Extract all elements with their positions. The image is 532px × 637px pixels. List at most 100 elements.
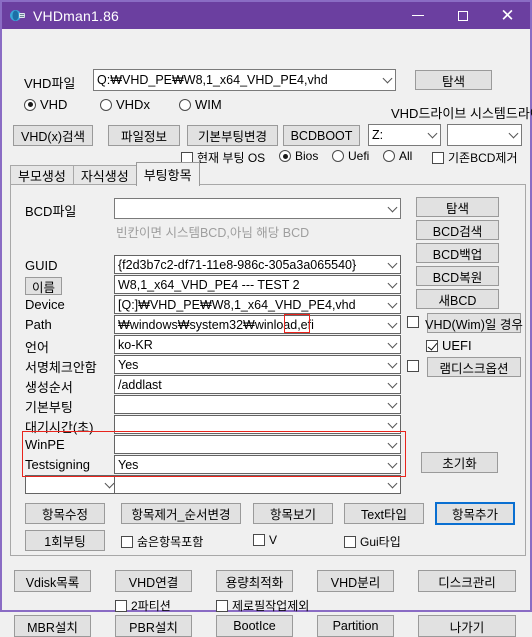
exit-button[interactable]: 나가기 bbox=[418, 615, 516, 637]
boot-once-button[interactable]: 1회부팅 bbox=[25, 530, 105, 551]
chevron-down-icon bbox=[387, 478, 398, 488]
radio-vhdx-marker bbox=[100, 98, 112, 111]
reset-button[interactable]: 초기화 bbox=[421, 452, 498, 473]
radio-vhd-marker bbox=[24, 98, 36, 111]
view-item-button[interactable]: 항목보기 bbox=[253, 503, 333, 524]
include-hidden-label: 숨은항목포함 bbox=[137, 535, 204, 549]
new-bcd-button[interactable]: 새BCD bbox=[416, 289, 499, 309]
remove-item-button[interactable]: 항목제거_순서변경 bbox=[121, 503, 241, 524]
v-option-check[interactable]: V bbox=[253, 533, 277, 547]
name-label-button[interactable]: 이름 bbox=[25, 277, 63, 295]
winpe-label: WinPE bbox=[25, 437, 65, 452]
skip-zerofill-check[interactable]: 제로필작업제외 bbox=[216, 597, 309, 614]
vhdx-search-button[interactable]: VHD(x)검색 bbox=[13, 125, 93, 146]
gui-type-marker bbox=[344, 535, 356, 548]
path-value: ₩windows₩system32₩winload,efi bbox=[118, 317, 314, 332]
radio-vhd-label: VHD bbox=[40, 97, 68, 112]
optimize-button[interactable]: 용량최적화 bbox=[216, 570, 293, 592]
v-option-label: V bbox=[269, 533, 278, 547]
bcd-search-button[interactable]: BCD검색 bbox=[416, 220, 499, 240]
guid-combo[interactable]: {f2d3b7c2-df71-11e8-986c-305a3a065540} bbox=[114, 255, 401, 274]
tab-boot-entries[interactable]: 부팅항목 bbox=[135, 162, 200, 186]
vhdfile-combo[interactable]: Q:₩VHD_PE₩W8,1_x64_VHD_PE4,vhd bbox=[93, 69, 396, 91]
radio-all-marker bbox=[383, 150, 395, 162]
bcd-backup-button[interactable]: BCD백업 bbox=[416, 243, 499, 263]
locale-value: ko-KR bbox=[118, 337, 153, 352]
minimize-button[interactable] bbox=[395, 2, 440, 29]
gui-type-check[interactable]: Gui타입 bbox=[344, 533, 401, 550]
two-partition-marker bbox=[115, 599, 127, 612]
radio-uefi[interactable]: Uefi bbox=[332, 149, 369, 163]
radio-bios[interactable]: Bios bbox=[279, 149, 318, 163]
two-partition-label: 2파티션 bbox=[131, 599, 171, 613]
radio-all[interactable]: All bbox=[383, 149, 412, 163]
radio-vhd[interactable]: VHD bbox=[24, 97, 67, 112]
bcd-restore-button[interactable]: BCD복원 bbox=[416, 266, 499, 286]
edit-item-button[interactable]: 항목수정 bbox=[25, 503, 105, 524]
radio-wim-label: WIM bbox=[195, 97, 222, 112]
browse-vhd-button[interactable]: 탐색 bbox=[415, 70, 492, 90]
timeout-combo[interactable] bbox=[114, 415, 401, 434]
guid-label: GUID bbox=[25, 258, 58, 273]
ramdisk-options-button[interactable]: 램디스크옵션 bbox=[427, 357, 521, 377]
winpe-combo[interactable] bbox=[114, 435, 401, 454]
bcdfile-combo[interactable] bbox=[114, 198, 401, 219]
nointegrity-combo[interactable]: Yes bbox=[114, 355, 401, 374]
vhd-wim-case-check[interactable] bbox=[407, 316, 419, 328]
radio-all-label: All bbox=[399, 149, 413, 163]
vhd-attach-button[interactable]: VHD연결 bbox=[115, 570, 192, 592]
pbr-install-button[interactable]: PBR설치 bbox=[115, 615, 192, 637]
radio-vhdx[interactable]: VHDx bbox=[100, 97, 150, 112]
mbr-install-button[interactable]: MBR설치 bbox=[14, 615, 91, 637]
remove-existing-bcd-check[interactable]: 기존BCD제거 bbox=[432, 149, 518, 166]
vhd-detach-button[interactable]: VHD분리 bbox=[317, 570, 394, 592]
tab-parent-create[interactable]: 부모생성 bbox=[10, 165, 74, 186]
application-window: VHDman1.86 ✕ VHD파일 Q:₩VHD_PE₩W8,1_x64_VH… bbox=[0, 0, 532, 637]
skip-zerofill-marker bbox=[216, 599, 228, 612]
include-hidden-marker bbox=[121, 535, 133, 548]
partition-button[interactable]: Partition bbox=[317, 615, 394, 637]
vhd-drive-combo[interactable]: Z: bbox=[368, 124, 441, 146]
ramdisk-check[interactable] bbox=[407, 360, 419, 372]
tab-child-create[interactable]: 자식생성 bbox=[72, 165, 137, 186]
disk-manage-button[interactable]: 디스크관리 bbox=[418, 570, 516, 592]
system-drive-combo[interactable] bbox=[447, 124, 522, 146]
chevron-down-icon bbox=[387, 318, 398, 328]
close-button[interactable]: ✕ bbox=[485, 2, 530, 29]
two-partition-check[interactable]: 2파티션 bbox=[115, 597, 171, 614]
text-type-button[interactable]: Text타입 bbox=[344, 503, 424, 524]
default-boot-change-button[interactable]: 기본부팅변경 bbox=[187, 125, 278, 146]
vhd-wim-case-button[interactable]: VHD(Wim)일 경우 bbox=[425, 313, 523, 333]
locale-combo[interactable]: ko-KR bbox=[114, 335, 401, 354]
vhd-drive-label: VHD드라이브 bbox=[391, 106, 467, 121]
extra-wide-combo[interactable] bbox=[114, 475, 401, 494]
extra-small-combo[interactable] bbox=[25, 475, 118, 494]
vhd-wim-case-marker bbox=[407, 316, 419, 328]
device-combo[interactable]: [Q:]₩VHD_PE₩W8,1_x64_VHD_PE4,vhd bbox=[114, 295, 401, 314]
chevron-down-icon bbox=[387, 338, 398, 348]
testsigning-combo[interactable]: Yes bbox=[114, 455, 401, 474]
include-hidden-check[interactable]: 숨은항목포함 bbox=[121, 533, 203, 550]
order-combo[interactable]: /addlast bbox=[114, 375, 401, 394]
radio-uefi-label: Uefi bbox=[348, 149, 370, 163]
client-area: VHD파일 Q:₩VHD_PE₩W8,1_x64_VHD_PE4,vhd 탐색 … bbox=[2, 29, 532, 637]
chevron-down-icon bbox=[387, 278, 398, 288]
uefi-label: UEFI bbox=[442, 338, 472, 353]
defaultboot-combo[interactable] bbox=[114, 395, 401, 414]
radio-wim[interactable]: WIM bbox=[179, 97, 222, 112]
name-combo[interactable]: W8,1_x64_VHD_PE4 --- TEST 2 bbox=[114, 275, 401, 294]
vdisk-list-button[interactable]: Vdisk목록 bbox=[14, 570, 91, 592]
panel-browse-button[interactable]: 탐색 bbox=[416, 197, 499, 217]
chevron-down-icon bbox=[387, 458, 398, 468]
path-combo[interactable]: ₩windows₩system32₩winload,efi bbox=[114, 315, 401, 334]
file-info-button[interactable]: 파일정보 bbox=[108, 125, 180, 146]
uefi-check[interactable]: UEFI bbox=[426, 338, 472, 353]
current-boot-os-label: 현재 부팅 OS bbox=[197, 151, 266, 165]
chevron-down-icon bbox=[387, 438, 398, 448]
add-item-button[interactable]: 항목추가 bbox=[435, 502, 515, 525]
radio-vhdx-label: VHDx bbox=[116, 97, 150, 112]
bootice-button[interactable]: BootIce bbox=[216, 615, 293, 637]
maximize-button[interactable] bbox=[440, 2, 485, 29]
device-label: Device bbox=[25, 297, 65, 312]
bcdboot-button[interactable]: BCDBOOT bbox=[283, 125, 360, 146]
